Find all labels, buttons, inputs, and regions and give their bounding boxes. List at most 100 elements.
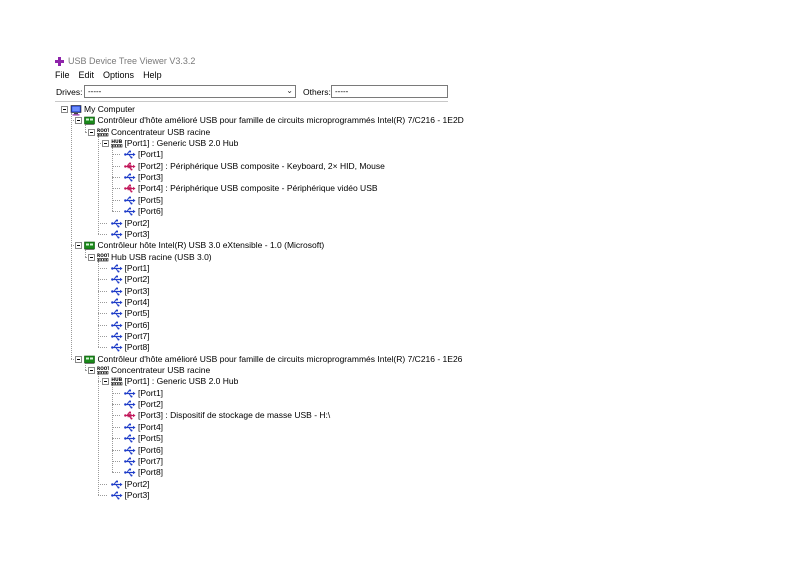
root-hub-icon: ROOT bbox=[96, 128, 110, 137]
tree-node-root2-6[interactable]: [Port6] bbox=[110, 319, 150, 331]
collapse-toggle-icon[interactable] bbox=[74, 117, 82, 125]
tree-node-label: [Port8] bbox=[124, 342, 150, 353]
tree-node-root-hub-1[interactable]: ROOT Concentrateur USB racine bbox=[96, 126, 211, 138]
collapse-toggle-icon[interactable] bbox=[101, 378, 109, 386]
usb-port-icon bbox=[110, 287, 123, 296]
tree-node-label: [Port5] bbox=[138, 194, 164, 205]
usb-port-icon bbox=[110, 309, 123, 318]
tree-node-hub3-port-1[interactable]: [Port1] bbox=[124, 388, 163, 399]
usb-app-icon bbox=[55, 56, 64, 66]
usb-port-icon bbox=[124, 173, 136, 182]
tree-node-label: [Port3] bbox=[124, 489, 150, 500]
tree-node-hub3-port-5[interactable]: [Port5] bbox=[124, 433, 163, 444]
tree-node-label: Concentrateur USB racine bbox=[111, 126, 211, 137]
usb-port-icon bbox=[124, 196, 136, 205]
tree-node-label: [Port2] bbox=[124, 478, 150, 489]
usb-device-tree[interactable]: My Computer Contrôleur d'hôte amélioré U… bbox=[55, 102, 464, 502]
others-select[interactable]: ----- bbox=[331, 85, 448, 98]
svg-text:ROOT: ROOT bbox=[97, 253, 109, 258]
tree-node-label: [Port1] : Generic USB 2.0 Hub bbox=[124, 376, 239, 387]
tree-node-hub1-port-1[interactable]: [Port1] bbox=[124, 149, 163, 160]
usb-device-icon bbox=[124, 411, 136, 420]
tree-node-controller-3[interactable]: Contrôleur d'hôte amélioré USB pour fami… bbox=[83, 354, 462, 365]
tree-node-label: [Port5] bbox=[138, 433, 164, 444]
tree-node-root3-2[interactable]: [Port2] bbox=[110, 478, 150, 490]
tree-node-root-hub-2[interactable]: ROOT Hub USB racine (USB 3.0) bbox=[96, 252, 212, 263]
tree-node-hub1-port-4[interactable]: [Port4] : Périphérique USB composite - P… bbox=[124, 183, 378, 194]
collapse-toggle-icon[interactable] bbox=[88, 253, 95, 261]
usb-port-icon bbox=[124, 389, 136, 398]
tree-node-label: [Port8] bbox=[138, 467, 164, 478]
tree-node-hub3-port-8[interactable]: [Port8] bbox=[124, 467, 163, 478]
usb-port-icon bbox=[110, 298, 123, 307]
usb-controller-icon bbox=[83, 116, 96, 126]
tree-node-root2-5[interactable]: [Port5] bbox=[110, 308, 150, 319]
tree-node-root2-2[interactable]: [Port2] bbox=[110, 274, 150, 285]
collapse-toggle-icon[interactable] bbox=[61, 106, 68, 113]
tree-node-label: [Port3] bbox=[124, 285, 150, 296]
menu-edit[interactable]: Edit bbox=[79, 70, 95, 82]
tree-node-controller-1[interactable]: Contrôleur d'hôte amélioré USB pour fami… bbox=[83, 115, 464, 126]
tree-node-root1-3[interactable]: [Port3] bbox=[110, 228, 150, 240]
tree-node-root2-7[interactable]: [Port7] bbox=[110, 331, 150, 342]
tree-node-hub3-port-6[interactable]: [Port6] bbox=[124, 445, 163, 456]
usb-port-icon bbox=[124, 150, 136, 159]
drives-select-value: ----- bbox=[88, 87, 102, 96]
tree-node-root-hub-3[interactable]: ROOT Concentrateur USB racine bbox=[96, 365, 210, 376]
usb-port-icon bbox=[124, 457, 136, 466]
tree-node-hub3-port-7[interactable]: [Port7] bbox=[124, 456, 163, 467]
root-hub-icon: ROOT bbox=[96, 253, 110, 262]
svg-text:ROOT: ROOT bbox=[97, 366, 109, 371]
tree-node-hub1-port-2[interactable]: [Port2] : Périphérique USB composite - K… bbox=[124, 161, 385, 172]
usb-port-icon bbox=[110, 275, 123, 284]
tree-node-root2-4[interactable]: [Port4] bbox=[110, 297, 150, 308]
usb-port-icon bbox=[124, 446, 136, 455]
menu-file[interactable]: File bbox=[55, 70, 70, 82]
tree-node-my-computer[interactable]: My Computer bbox=[70, 104, 135, 115]
tree-node-root2-3[interactable]: [Port3] bbox=[110, 285, 150, 297]
tree-node-label: [Port7] bbox=[138, 455, 164, 466]
tree-node-controller-2[interactable]: Contrôleur hôte Intel(R) USB 3.0 eXtensi… bbox=[83, 240, 324, 251]
tree-node-label: [Port7] bbox=[124, 331, 150, 341]
usb-port-icon bbox=[110, 321, 123, 330]
tree-node-generic-hub-3[interactable]: HUB [Port1] : Generic USB 2.0 Hub bbox=[110, 376, 239, 387]
tree-node-root3-3[interactable]: [Port3] bbox=[110, 489, 150, 501]
menu-help[interactable]: Help bbox=[143, 70, 162, 82]
usb-controller-icon bbox=[83, 241, 96, 251]
tree-node-label: [Port6] bbox=[138, 444, 164, 455]
tree-node-hub1-port-5[interactable]: [Port5] bbox=[124, 195, 163, 206]
tree-node-hub3-port-4[interactable]: [Port4] bbox=[124, 422, 163, 433]
svg-text:ROOT: ROOT bbox=[97, 128, 109, 133]
collapse-toggle-icon[interactable] bbox=[74, 355, 82, 363]
tree-node-label: [Port3] bbox=[124, 228, 150, 239]
tree-node-hub3-port-2[interactable]: [Port2] bbox=[124, 399, 163, 410]
menu-bar: File Edit Options Help bbox=[55, 70, 171, 82]
title-bar: USB Device Tree Viewer V3.3.2 bbox=[55, 54, 195, 68]
window-title: USB Device Tree Viewer V3.3.2 bbox=[68, 56, 196, 66]
tree-node-label: [Port6] bbox=[124, 319, 150, 330]
tree-node-label: [Port1] : Generic USB 2.0 Hub bbox=[124, 138, 239, 149]
tree-node-label: [Port1] bbox=[138, 149, 164, 160]
tree-node-root2-8[interactable]: [Port8] bbox=[110, 342, 150, 353]
tree-node-hub3-port-3[interactable]: [Port3] : Dispositif de stockage de mass… bbox=[124, 410, 330, 421]
usb-port-icon bbox=[124, 400, 136, 409]
drives-label: Drives: bbox=[56, 87, 83, 97]
usb-port-icon bbox=[110, 491, 123, 500]
tree-node-label: [Port2] bbox=[124, 217, 150, 228]
usb-port-icon bbox=[124, 434, 136, 443]
drives-select[interactable]: ----- ⌄ bbox=[84, 85, 296, 98]
tree-node-root1-2[interactable]: [Port2] bbox=[110, 217, 150, 229]
tree-node-generic-hub-1[interactable]: HUB [Port1] : Generic USB 2.0 Hub bbox=[110, 138, 239, 149]
collapse-toggle-icon[interactable] bbox=[74, 242, 82, 250]
tree-node-root2-1[interactable]: [Port1] bbox=[110, 263, 150, 274]
menu-options[interactable]: Options bbox=[103, 70, 134, 82]
tree-node-hub1-port-6[interactable]: [Port6] bbox=[124, 206, 163, 217]
usb-port-icon bbox=[110, 332, 123, 341]
others-label: Others: bbox=[303, 87, 331, 97]
tree-node-hub1-port-3[interactable]: [Port3] bbox=[124, 172, 163, 183]
usb-device-icon bbox=[124, 162, 136, 171]
collapse-toggle-icon[interactable] bbox=[101, 140, 109, 148]
collapse-toggle-icon[interactable] bbox=[88, 367, 95, 375]
collapse-toggle-icon[interactable] bbox=[88, 128, 95, 136]
tree-node-label: [Port5] bbox=[124, 308, 150, 319]
